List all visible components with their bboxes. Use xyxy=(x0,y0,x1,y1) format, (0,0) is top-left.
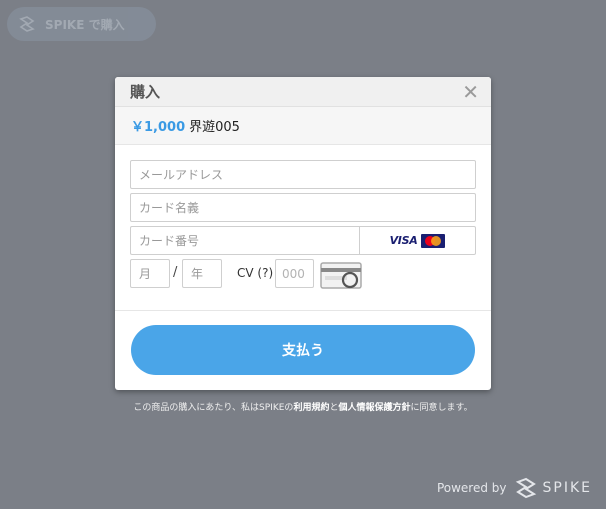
purchase-modal: 購入 ✕ ￥1,000 界遊005 メールアドレス カード名義 カード番号 VI… xyxy=(115,77,491,390)
terms-suffix: に同意します。 xyxy=(410,403,473,413)
modal-header: 購入 ✕ xyxy=(115,77,491,107)
terms-text: この商品の購入にあたり、私はSPIKEの利用規約と個人情報保護方針に同意します。 xyxy=(0,400,606,413)
email-placeholder: メールアドレス xyxy=(139,168,224,182)
price: ￥1,000 xyxy=(131,120,186,135)
terms-of-service-link[interactable]: 利用規約 xyxy=(293,403,329,413)
spike-brand: SPIKE xyxy=(542,480,592,496)
email-field[interactable]: メールアドレス xyxy=(130,160,476,189)
month-placeholder: 月 xyxy=(139,267,152,281)
spike-logo-icon xyxy=(515,477,536,499)
modal-title: 購入 xyxy=(130,83,161,101)
close-icon[interactable]: ✕ xyxy=(462,82,479,102)
card-number-field[interactable]: カード番号 xyxy=(130,226,360,255)
spike-purchase-label: SPIKE で購入 xyxy=(45,17,125,32)
cvc-field[interactable]: 000 xyxy=(275,259,314,288)
product-name: 界遊005 xyxy=(189,120,240,135)
card-brands: VISA xyxy=(359,226,476,255)
privacy-policy-link[interactable]: 個人情報保護方針 xyxy=(338,403,410,413)
expiry-separator: / xyxy=(173,265,178,280)
terms-prefix: この商品の購入にあたり、私はSPIKEの xyxy=(133,403,294,413)
cvc-label[interactable]: CV (?) xyxy=(237,266,273,280)
card-name-field[interactable]: カード名義 xyxy=(130,193,476,222)
cvc-card-icon xyxy=(320,262,362,289)
spike-purchase-button[interactable]: SPIKE で購入 xyxy=(7,7,156,41)
visa-icon: VISA xyxy=(389,234,418,247)
mastercard-icon xyxy=(421,233,446,248)
card-number-placeholder: カード番号 xyxy=(139,234,200,248)
spike-logo-icon xyxy=(19,16,35,32)
pay-button[interactable]: 支払う xyxy=(131,325,475,375)
year-placeholder: 年 xyxy=(191,267,204,281)
powered-by[interactable]: Powered by SPIKE xyxy=(437,477,592,499)
expiry-year-field[interactable]: 年 xyxy=(182,259,222,288)
payment-form: メールアドレス カード名義 カード番号 VISA 月 / 年 CV (?) 00… xyxy=(115,145,491,311)
cvc-placeholder: 000 xyxy=(282,266,305,281)
powered-by-label: Powered by xyxy=(436,481,507,495)
product-summary: ￥1,000 界遊005 xyxy=(115,107,491,145)
card-name-placeholder: カード名義 xyxy=(139,201,200,215)
expiry-month-field[interactable]: 月 xyxy=(130,259,170,288)
